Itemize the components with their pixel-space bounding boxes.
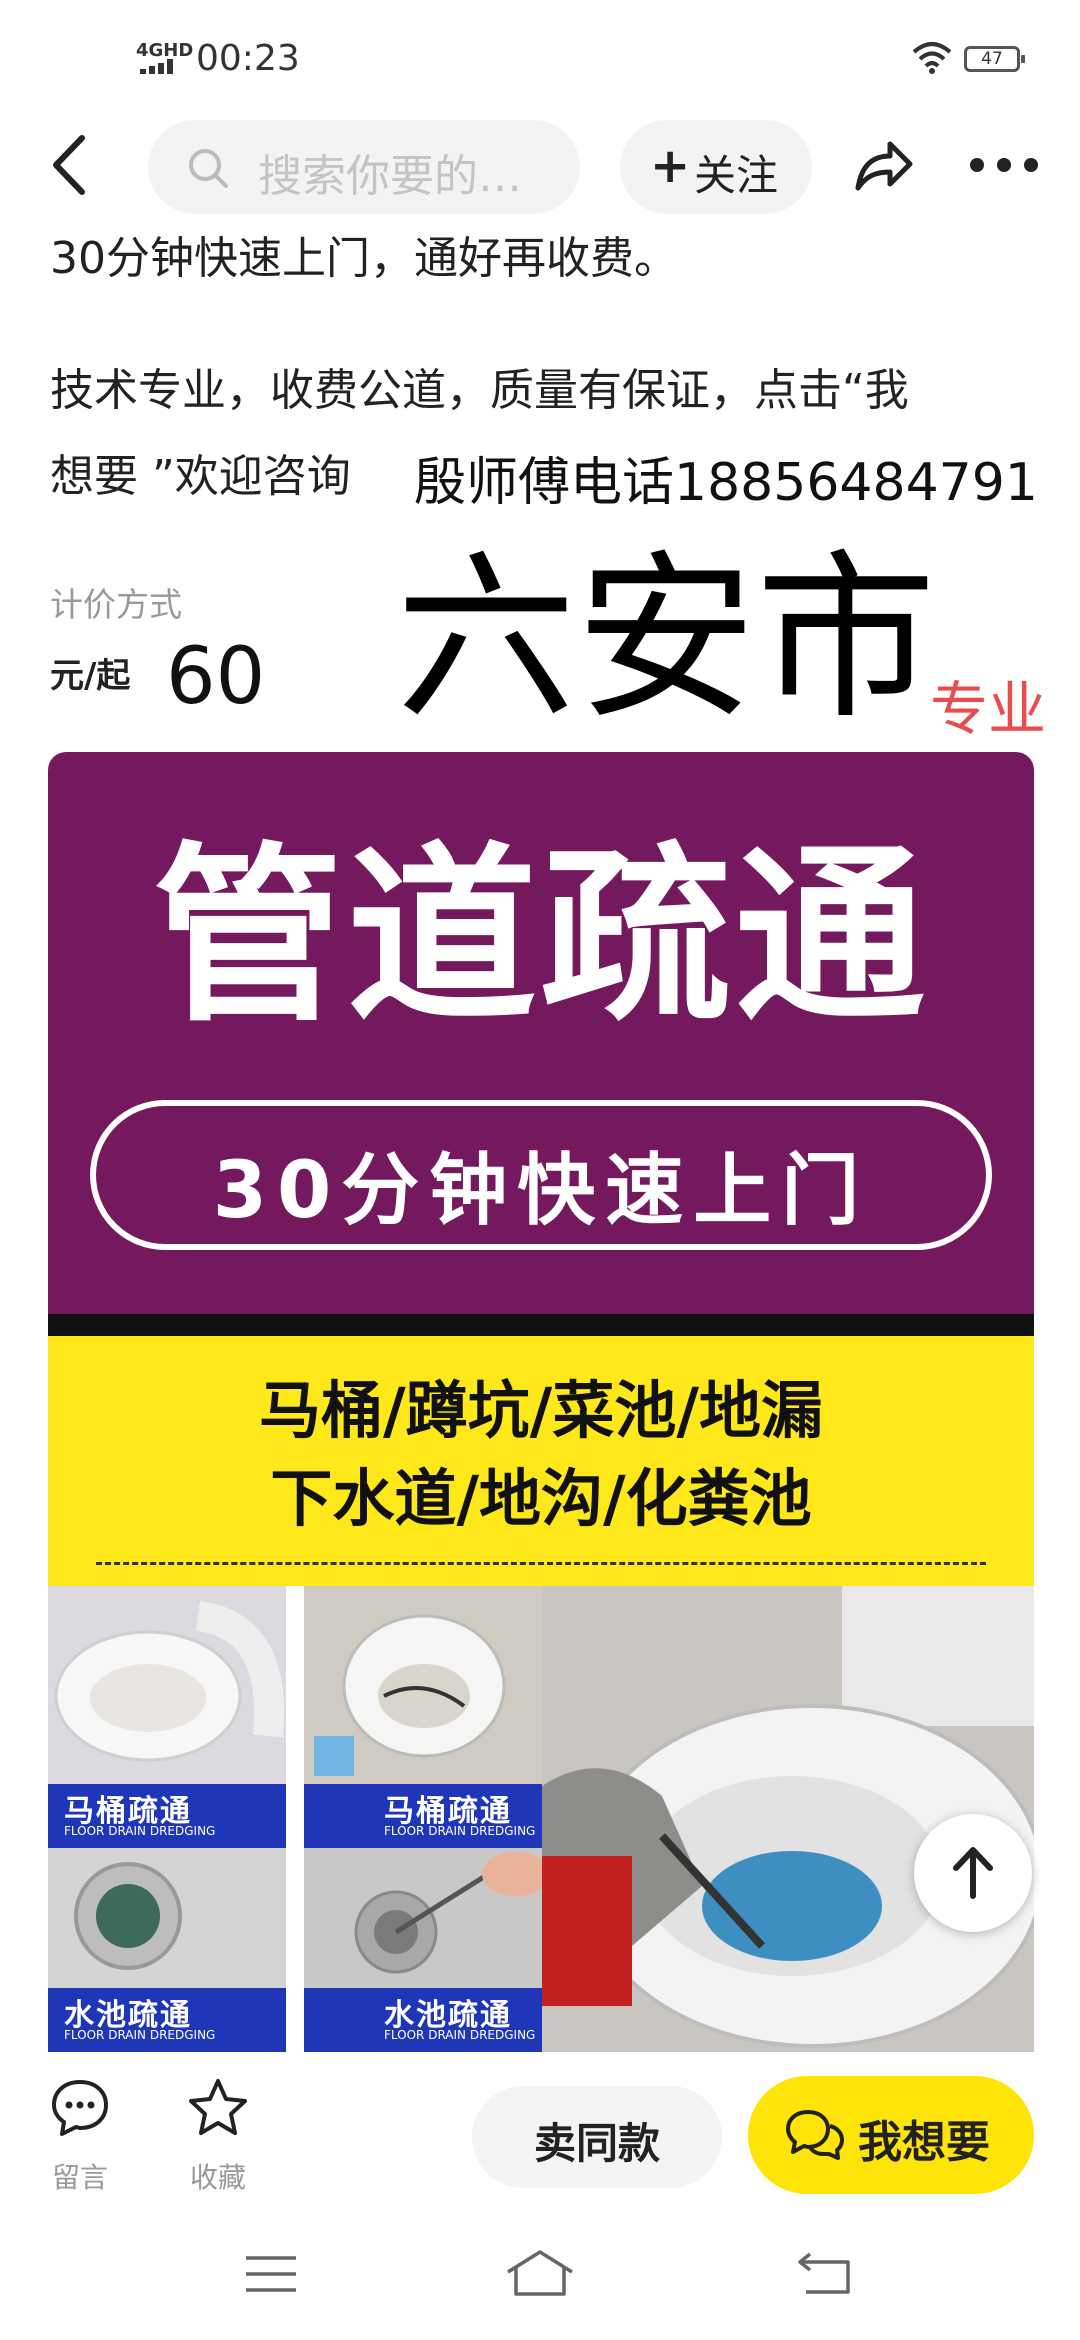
star-icon: [189, 2079, 247, 2135]
photo-sink-2: 水池疏通 FLOOR DRAIN DREDGING: [304, 1848, 542, 2052]
favorite-label: 收藏: [190, 2161, 247, 2194]
sink-drain-image: [48, 1848, 286, 1990]
toilet-cable-image: [304, 1586, 542, 1786]
poster-headline: 管道疏通: [152, 826, 929, 1047]
sell-same-button[interactable]: 卖同款: [472, 2086, 722, 2188]
services-row-2: 下水道/地沟/化粪池: [270, 1462, 812, 1535]
poster-yellow-panel: 马桶/蹲坑/菜池/地漏 下水道/地沟/化粪池: [48, 1336, 1034, 1586]
favorite-button[interactable]: 收藏: [186, 2076, 250, 2194]
poster-subline-pill: 30分钟快速上门: [90, 1100, 992, 1250]
photo-sink-1: 水池疏通 FLOOR DRAIN DREDGING: [48, 1848, 286, 2052]
arrow-up-icon: [953, 1847, 993, 1899]
search-placeholder: 搜索你要的…: [258, 151, 522, 202]
sell-same-label: 卖同款: [533, 2119, 660, 2168]
description-line-3: 想要 ”欢迎咨询: [50, 451, 351, 502]
comment-button[interactable]: 留言: [48, 2076, 112, 2194]
photo-label: 水池疏通 FLOOR DRAIN DREDGING: [48, 1988, 286, 2052]
want-button[interactable]: 我想要: [748, 2076, 1034, 2194]
photo-subtitle: FLOOR DRAIN DREDGING: [64, 2028, 216, 2042]
pricing-label: 计价方式: [50, 585, 182, 624]
plus-icon: +: [650, 138, 691, 194]
chat-icon: [786, 2110, 844, 2160]
search-input[interactable]: 搜索你要的…: [148, 120, 580, 214]
services-row-1: 马桶/蹲坑/菜池/地漏: [259, 1374, 823, 1447]
search-icon: [189, 149, 228, 188]
signal-icon: [140, 58, 180, 74]
description-line-2: 技术专业，收费公道，质量有保证，点击“我: [50, 365, 909, 416]
photo-subtitle: FLOOR DRAIN DREDGING: [384, 2028, 536, 2042]
follow-label: 关注: [694, 151, 779, 200]
status-bar: 4GHD 00:23 47: [0, 0, 1080, 120]
price-value: 60: [166, 632, 266, 722]
phone-note: 殷师傅电话18856484791: [414, 453, 1038, 513]
photo-label: 水池疏通 FLOOR DRAIN DREDGING: [304, 1988, 542, 2052]
description-line-1: 30分钟快速上门，通好再收费。: [50, 233, 678, 284]
photo-label: 马桶疏通 FLOOR DRAIN DREDGING: [304, 1784, 542, 1848]
status-time: 00:23: [196, 38, 300, 79]
home-icon[interactable]: [504, 2248, 576, 2298]
scroll-top-button[interactable]: [914, 1814, 1032, 1932]
poster-dashed-line: [96, 1562, 986, 1565]
poster-purple-panel: 管道疏通 30分钟快速上门: [48, 752, 1034, 1314]
photo-label: 马桶疏通 FLOOR DRAIN DREDGING: [48, 1784, 286, 1848]
photo-subtitle: FLOOR DRAIN DREDGING: [384, 1824, 536, 1838]
photo-toilet-2: 马桶疏通 FLOOR DRAIN DREDGING: [304, 1586, 542, 1848]
price-unit: 元/起: [50, 656, 131, 696]
return-icon[interactable]: [796, 2250, 852, 2296]
wifi-icon: [912, 42, 952, 74]
city-overlay: 六安市: [396, 535, 937, 744]
photo-toilet-1: 马桶疏通 FLOOR DRAIN DREDGING: [48, 1586, 286, 1848]
share-icon[interactable]: [850, 132, 916, 198]
toilet-image: [48, 1586, 286, 1786]
system-nav-bar: [0, 2202, 1080, 2340]
want-label: 我想要: [858, 2117, 990, 2168]
battery-icon: 47: [964, 46, 1025, 72]
more-icon[interactable]: [966, 150, 1042, 180]
back-arrow-icon[interactable]: [40, 130, 100, 200]
sink-tool-image: [304, 1848, 542, 1990]
poster-divider: [48, 1314, 1034, 1336]
tag-overlay: 专业: [930, 675, 1047, 743]
menu-icon[interactable]: [244, 2254, 298, 2294]
poster-subline: 30分钟快速上门: [212, 1146, 870, 1236]
comment-icon: [52, 2080, 108, 2136]
product-image[interactable]: 管道疏通 30分钟快速上门 马桶/蹲坑/菜池/地漏 下水道/地沟/化粪池 马桶疏…: [48, 752, 1034, 2052]
photo-subtitle: FLOOR DRAIN DREDGING: [64, 1824, 216, 1838]
follow-button[interactable]: + 关注: [620, 120, 812, 214]
comment-label: 留言: [52, 2161, 109, 2194]
